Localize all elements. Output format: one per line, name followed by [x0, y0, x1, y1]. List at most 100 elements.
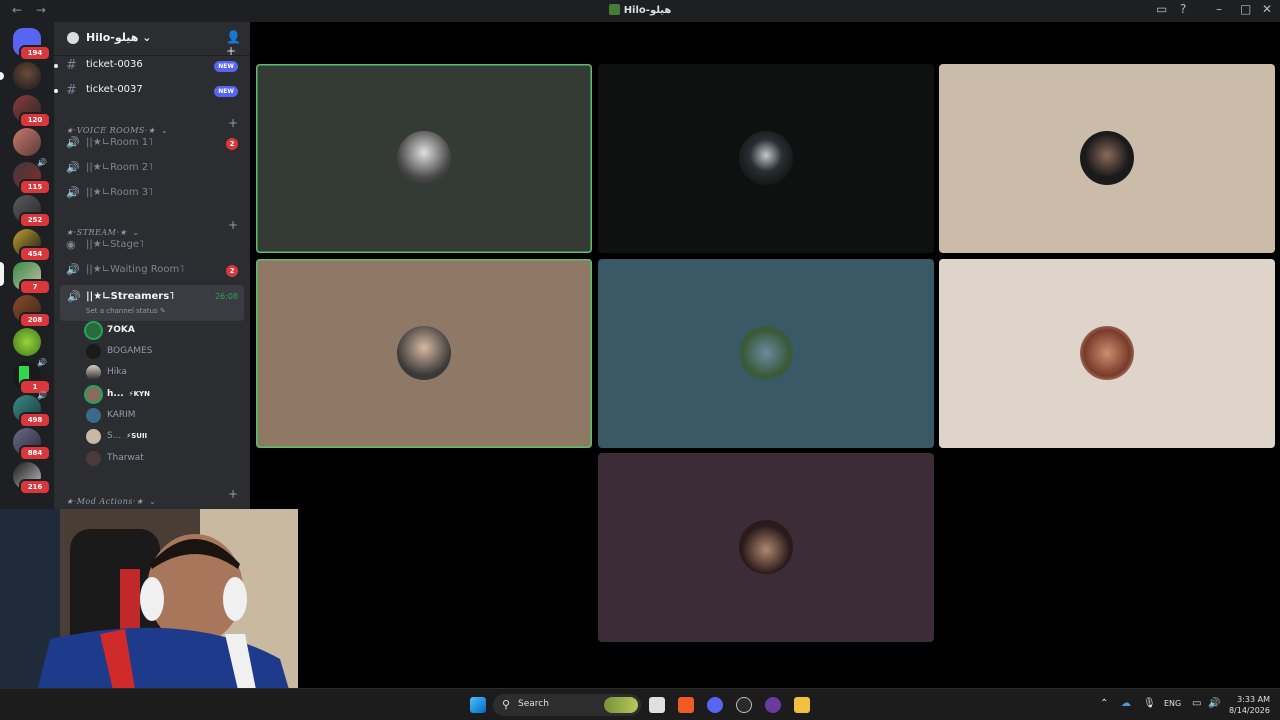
app-logo-icon: [608, 4, 620, 15]
file-explorer-icon[interactable]: [794, 697, 810, 713]
participant-tile[interactable]: [256, 259, 592, 448]
search-highlight-icon: [604, 697, 638, 713]
server-icon[interactable]: 884: [13, 428, 51, 461]
obs-icon[interactable]: [736, 697, 752, 713]
language-indicator[interactable]: ENG: [1164, 699, 1181, 708]
app-icon[interactable]: [765, 697, 781, 713]
voice-user[interactable]: Hika: [86, 364, 236, 382]
network-icon[interactable]: ▭: [1192, 698, 1201, 709]
channel-status-prompt[interactable]: Set a channel status ✎: [86, 307, 166, 315]
clock-time: 3:33 AM: [1237, 695, 1270, 704]
mention-badge: 7: [19, 279, 51, 295]
category-stream[interactable]: ★·STREAM·★ ⌄ +: [66, 218, 244, 237]
avatar: [86, 387, 101, 402]
tray-overflow-icon[interactable]: ⌃: [1100, 698, 1108, 709]
task-view-icon[interactable]: [649, 697, 665, 713]
voice-user-name: S... ⚡SUII: [107, 431, 148, 441]
server-icon[interactable]: 208: [13, 295, 51, 328]
server-icon[interactable]: [13, 128, 41, 156]
create-channel-icon[interactable]: +: [228, 116, 238, 130]
avatar: [86, 451, 101, 466]
voice-user[interactable]: 7OKA: [86, 322, 236, 340]
server-icon[interactable]: 454: [13, 229, 51, 262]
voice-channel-waiting-room[interactable]: 🔊 ||★∟Waiting Room˥ 2: [60, 260, 244, 282]
microphone-icon[interactable]: 🎙: [1143, 698, 1156, 709]
voice-channel-room-3[interactable]: 🔊 ||★∟Room 3˥: [60, 183, 244, 205]
speaker-icon: 🔊: [67, 290, 81, 303]
participant-tile[interactable]: [256, 64, 592, 253]
participant-tile[interactable]: [598, 64, 934, 253]
clock-date: 8/14/2026: [1228, 706, 1270, 715]
maximize-icon[interactable]: □: [1240, 2, 1251, 16]
voice-user[interactable]: Tharwat: [86, 450, 236, 468]
brave-browser-icon[interactable]: [678, 697, 694, 713]
participant-tile[interactable]: [939, 259, 1275, 448]
voice-user-name: Tharwat: [107, 453, 144, 463]
server-icon[interactable]: 120: [13, 95, 51, 128]
participant-avatar: [1080, 131, 1134, 185]
volume-icon[interactable]: 🔊: [1208, 698, 1220, 709]
server-icon[interactable]: 🔊 1: [13, 358, 51, 395]
close-icon[interactable]: ✕: [1262, 2, 1272, 16]
server-icon[interactable]: [13, 62, 41, 90]
participant-avatar: [397, 131, 451, 185]
call-duration: 26:08: [214, 292, 238, 301]
voice-user[interactable]: BOGAMES: [86, 343, 236, 361]
selected-pill: [0, 262, 4, 286]
speaker-icon: 🔊: [37, 391, 47, 400]
taskbar-clock[interactable]: 3:33 AM 8/14/2026: [1226, 694, 1270, 716]
mention-badge: 498: [19, 412, 51, 428]
channel-label: ticket-0036: [86, 59, 143, 70]
voice-user[interactable]: S... ⚡SUII: [86, 428, 236, 446]
unread-pill: [0, 72, 4, 80]
mention-badge: 120: [19, 112, 51, 128]
avatar: [86, 365, 101, 380]
inbox-icon[interactable]: ▭: [1156, 2, 1167, 16]
server-icon-selected[interactable]: 7: [13, 262, 51, 295]
channel-ticket-0037[interactable]: # ticket-0037 NEW: [54, 80, 244, 102]
speaker-icon: 🔊: [37, 158, 47, 167]
onedrive-icon[interactable]: ☁: [1121, 698, 1131, 709]
mention-badge: 884: [19, 445, 51, 461]
home-button[interactable]: 194: [13, 28, 51, 61]
participant-avatar: [1080, 326, 1134, 380]
server-icon[interactable]: 252: [13, 195, 51, 228]
start-button[interactable]: [470, 697, 486, 713]
voice-user[interactable]: KARIM: [86, 407, 236, 425]
minimize-icon[interactable]: –: [1216, 2, 1222, 16]
guild-header[interactable]: Hilo-هيلو ⌄ 👤+: [54, 22, 250, 58]
voice-user[interactable]: h... ⚡KYN: [86, 386, 236, 404]
voice-user-name: 7OKA: [107, 325, 135, 335]
participant-avatar: [739, 131, 793, 185]
voice-user-name: BOGAMES: [107, 346, 153, 356]
category-mod-actions[interactable]: ★·Mod Actions·★ ⌄ +: [66, 487, 244, 506]
taskbar-search[interactable]: ⚲ Search: [493, 694, 641, 716]
voice-channel-room-2[interactable]: 🔊 ||★∟Room 2˥: [60, 158, 244, 180]
speaker-icon: 🔊: [66, 161, 80, 174]
help-icon[interactable]: ?: [1180, 2, 1186, 16]
guild-name[interactable]: Hilo-هيلو ⌄: [86, 31, 151, 44]
server-icon[interactable]: 🔊 498: [13, 391, 51, 428]
search-placeholder: Search: [518, 699, 549, 709]
discord-icon[interactable]: [707, 697, 723, 713]
create-channel-icon[interactable]: +: [228, 487, 238, 501]
server-icon[interactable]: [13, 328, 41, 356]
participant-avatar: [739, 520, 793, 574]
server-icon[interactable]: 🔊 115: [13, 158, 51, 195]
category-voice-rooms[interactable]: ★·VOICE ROOMS·★ ⌄ +: [66, 116, 244, 135]
mention-badge: 194: [19, 45, 51, 61]
participant-tile[interactable]: [598, 259, 934, 448]
participant-tile[interactable]: [598, 453, 934, 642]
speaker-icon: 🔊: [66, 263, 80, 276]
voice-user-name: Hika: [107, 367, 127, 377]
voice-channel-streamers[interactable]: 🔊 ||★∟Streamers˥ 26:08 Set a channel sta…: [60, 285, 244, 321]
create-channel-icon[interactable]: +: [228, 218, 238, 232]
voice-user-name: h... ⚡KYN: [107, 389, 150, 399]
voice-channel-room-1[interactable]: 🔊 ||★∟Room 1˥ 2: [60, 133, 244, 155]
channel-ticket-0036[interactable]: # ticket-0036 NEW: [54, 55, 244, 77]
stage-channel[interactable]: ◉ ||★∟Stage˥: [60, 235, 244, 257]
invite-people-icon[interactable]: 👤+: [226, 30, 250, 58]
server-icon[interactable]: 216: [13, 462, 51, 495]
voice-call-grid: [250, 22, 1280, 688]
participant-tile[interactable]: [939, 64, 1275, 253]
